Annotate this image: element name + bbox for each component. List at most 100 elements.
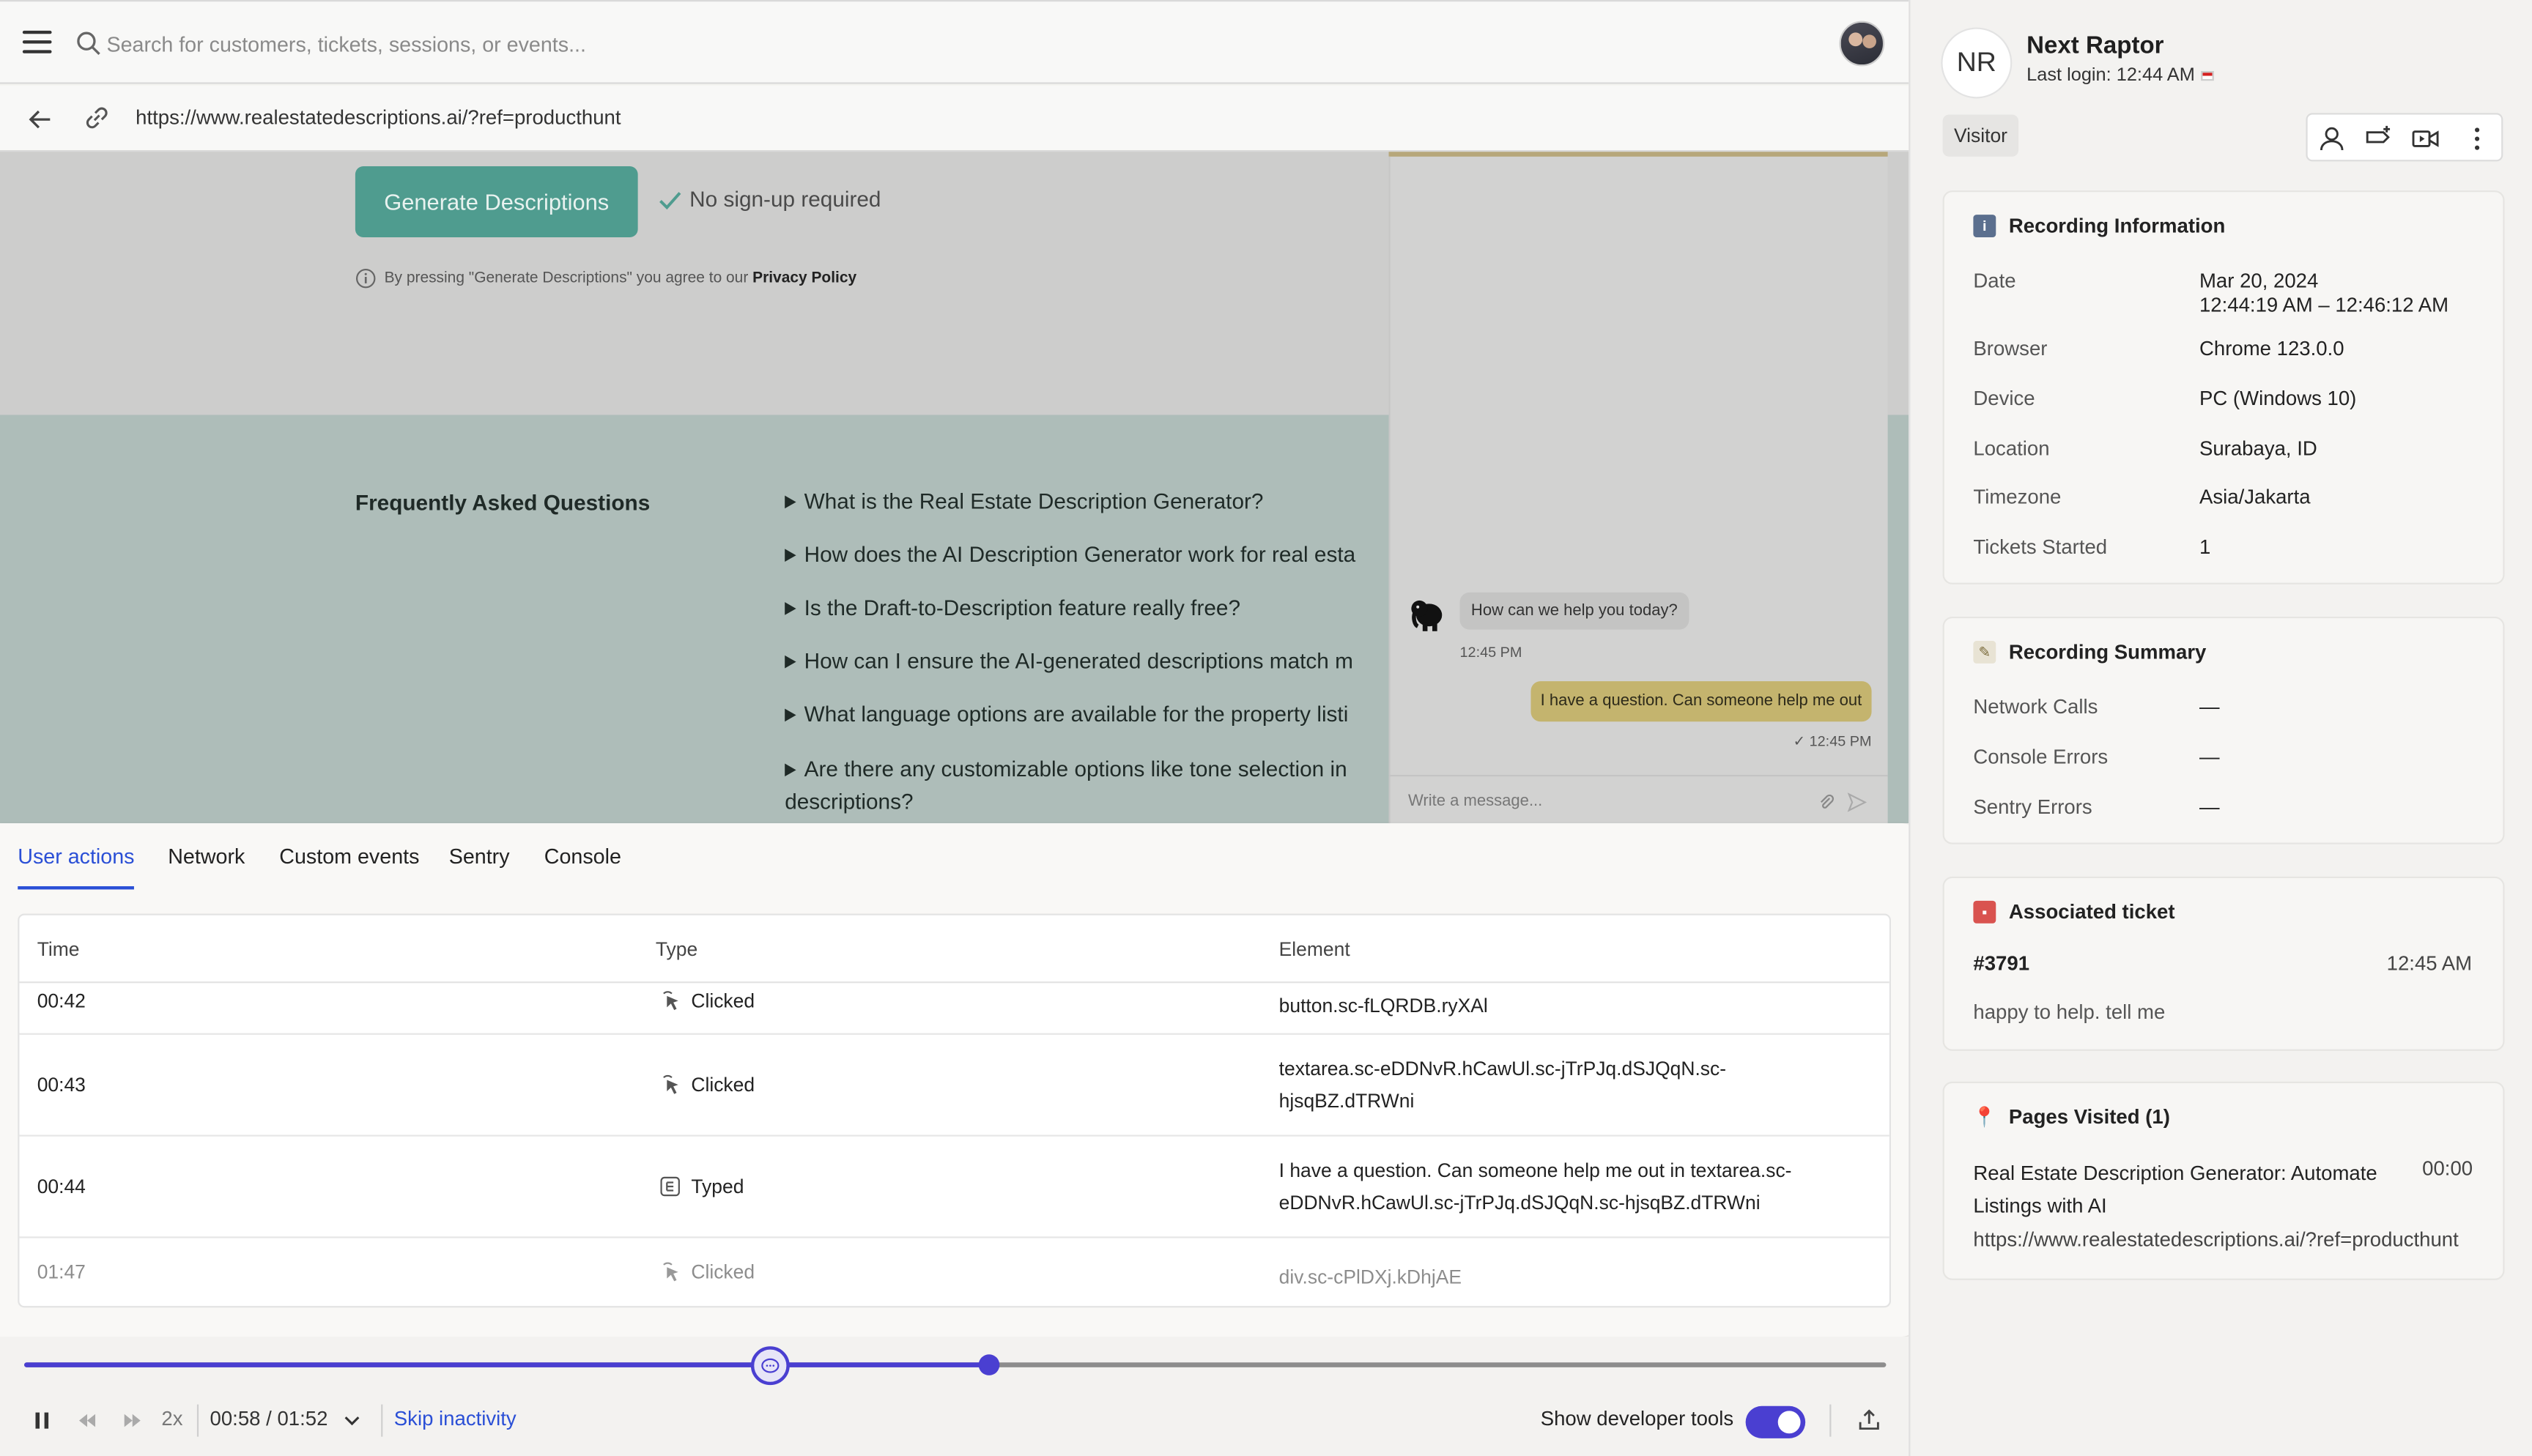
faq-item: Is the Draft-to-Description feature real…: [785, 595, 1240, 620]
terms-text: By pressing "Generate Descriptions" you …: [384, 270, 753, 288]
link-icon[interactable]: [82, 103, 111, 133]
share-icon[interactable]: [1857, 1408, 1881, 1432]
more-options-icon[interactable]: [2462, 125, 2492, 154]
customer-avatar: NR: [1941, 27, 2013, 99]
row-type: Typed: [659, 1175, 744, 1197]
table-row[interactable]: 00:43 Clicked textarea.sc-eDDNvR.hCawUl.…: [19, 1035, 1889, 1137]
pages-visited-card: 📍 Pages Visited (1) Real Estate Descripti…: [1942, 1081, 2505, 1280]
last-login: Last login: 12:44 AM: [2026, 66, 2215, 86]
device-value: PC (Windows 10): [2199, 387, 2357, 410]
timeline-progress: [24, 1362, 989, 1367]
rewind-icon[interactable]: [76, 1409, 99, 1432]
tab-custom-events[interactable]: Custom events: [279, 844, 419, 886]
row-time: 00:44: [37, 1175, 86, 1198]
location-label: Location: [1973, 437, 2050, 461]
last-login-text: Last login: 12:44 AM: [2026, 66, 2195, 86]
keyboard-icon: [660, 1176, 680, 1197]
faq-item: How can I ensure the AI-generated descri…: [785, 649, 1353, 673]
table-row[interactable]: 01:47 Clicked div.sc-cPlDXj.kDhjAE: [19, 1238, 1889, 1307]
video-icon[interactable]: [2411, 125, 2440, 154]
row-type: Clicked: [659, 1074, 755, 1096]
timeline-track[interactable]: [24, 1362, 1887, 1367]
row-type-label: Clicked: [691, 989, 755, 1012]
faq-question: What is the Real Estate Description Gene…: [804, 489, 1264, 513]
chat-bubble-icon: [761, 1358, 780, 1373]
faq-item: How does the AI Description Generator wo…: [785, 543, 1355, 567]
column-time: Time: [37, 937, 80, 961]
chevron-down-icon[interactable]: [341, 1409, 363, 1432]
visited-page-url[interactable]: https://www.realestatedescriptions.ai/?r…: [1973, 1228, 2458, 1251]
search-input[interactable]: [106, 24, 1011, 63]
user-avatar[interactable]: [1839, 21, 1885, 67]
tab-console[interactable]: Console: [544, 844, 621, 886]
recording-info-card: i Recording Information Date Mar 20, 2024…: [1942, 190, 2505, 584]
row-element: button.sc-fLQRDB.ryXAl: [1278, 994, 1488, 1017]
show-devtools-toggle[interactable]: [1745, 1405, 1806, 1438]
playback-speed[interactable]: 2x: [161, 1408, 182, 1430]
tickets-started-value: 1: [2199, 535, 2211, 559]
back-arrow-icon[interactable]: [26, 105, 55, 134]
row-time: 00:43: [37, 1073, 86, 1096]
pause-icon[interactable]: [31, 1409, 53, 1432]
card-title-text: Associated ticket: [2008, 900, 2175, 924]
row-element: textarea.sc-eDDNvR.hCawUl.sc-jTrPJq.dSJQ…: [1278, 1057, 1727, 1113]
network-calls-label: Network Calls: [1973, 695, 2098, 718]
bot-message-time: 12:45 PM: [1459, 644, 1522, 661]
visited-page-time: 00:00: [2422, 1157, 2473, 1181]
card-title-text: Recording Summary: [2008, 641, 2207, 664]
customer-name: Next Raptor: [2026, 32, 2164, 60]
browser-value: Chrome 123.0.0: [2199, 337, 2344, 360]
sentry-errors-value: —: [2199, 795, 2220, 819]
click-icon: [663, 1074, 678, 1094]
chat-event-marker[interactable]: [751, 1346, 791, 1386]
profile-icon[interactable]: [2317, 125, 2347, 154]
flag-icon: [2201, 70, 2215, 81]
tab-user-actions[interactable]: User actions: [18, 844, 135, 890]
pin-icon: 📍: [1972, 1105, 1997, 1129]
pages-visited-title: 📍 Pages Visited (1): [1972, 1105, 2170, 1129]
fast-forward-icon[interactable]: [121, 1409, 144, 1432]
visitor-badge: Visitor: [1942, 114, 2019, 157]
row-element: I have a question. Can someone help me o…: [1278, 1159, 1792, 1214]
session-player-area: https://www.realestatedescriptions.ai/?r…: [0, 0, 1916, 1456]
tab-network[interactable]: Network: [168, 844, 245, 886]
elephant-bot-icon: [1411, 600, 1443, 631]
table-row[interactable]: 00:44 Typed I have a question. Can someo…: [19, 1137, 1889, 1238]
timezone-label: Timezone: [1973, 486, 2062, 509]
console-errors-value: —: [2199, 746, 2220, 769]
time-range-text: 12:44:19 AM – 12:46:12 AM: [2199, 294, 2449, 317]
skip-inactivity-toggle[interactable]: Skip inactivity: [394, 1408, 517, 1430]
visited-page-title[interactable]: Real Estate Description Generator: Autom…: [1973, 1157, 2393, 1222]
associated-ticket-card[interactable]: ▪ Associated ticket #3791 12:45 AM happy …: [1942, 876, 2505, 1051]
row-time: 00:42: [37, 989, 86, 1012]
click-icon: [663, 1262, 678, 1282]
show-devtools-label: Show developer tools: [1540, 1407, 1734, 1430]
customer-actions: [2306, 113, 2503, 162]
send-icon: [1847, 792, 1867, 812]
tickets-started-label: Tickets Started: [1973, 535, 2108, 559]
table-row[interactable]: 00:42 Clicked button.sc-fLQRDB.ryXAl: [19, 983, 1889, 1035]
table-header: Time Type Element: [19, 915, 1889, 984]
session-url[interactable]: https://www.realestatedescriptions.ai/?r…: [136, 106, 621, 129]
playback-time: 00:58 / 01:52: [210, 1407, 328, 1430]
recorded-page-viewport: Generate Descriptions No sign-up require…: [0, 152, 1909, 824]
timeline-playhead[interactable]: [978, 1354, 999, 1375]
row-type: Clicked: [659, 989, 755, 1012]
browser-label: Browser: [1973, 337, 2048, 360]
tab-sentry[interactable]: Sentry: [449, 844, 510, 886]
chat-widget: How can we help you today? 12:45 PM I ha…: [1388, 152, 1888, 824]
faq-item: What language options are available for …: [785, 702, 1348, 727]
user-message-time: ✓ 12:45 PM: [1793, 732, 1872, 749]
ticket-add-icon[interactable]: [2364, 125, 2394, 154]
chat-message-input: [1407, 792, 1780, 811]
faq-question: Is the Draft-to-Description feature real…: [804, 595, 1241, 620]
user-actions-table: Time Type Element 00:42 Clicked button.s…: [18, 913, 1892, 1308]
privacy-policy-link: Privacy Policy: [752, 270, 857, 288]
menu-icon[interactable]: [22, 30, 52, 53]
chat-compose: [1388, 774, 1888, 823]
location-value: Surabaya, ID: [2199, 437, 2317, 461]
column-type: Type: [655, 937, 698, 961]
ticket-id[interactable]: #3791: [1973, 952, 2029, 975]
url-bar: https://www.realestatedescriptions.ai/?r…: [0, 85, 1909, 152]
timezone-value: Asia/Jakarta: [2199, 486, 2311, 509]
